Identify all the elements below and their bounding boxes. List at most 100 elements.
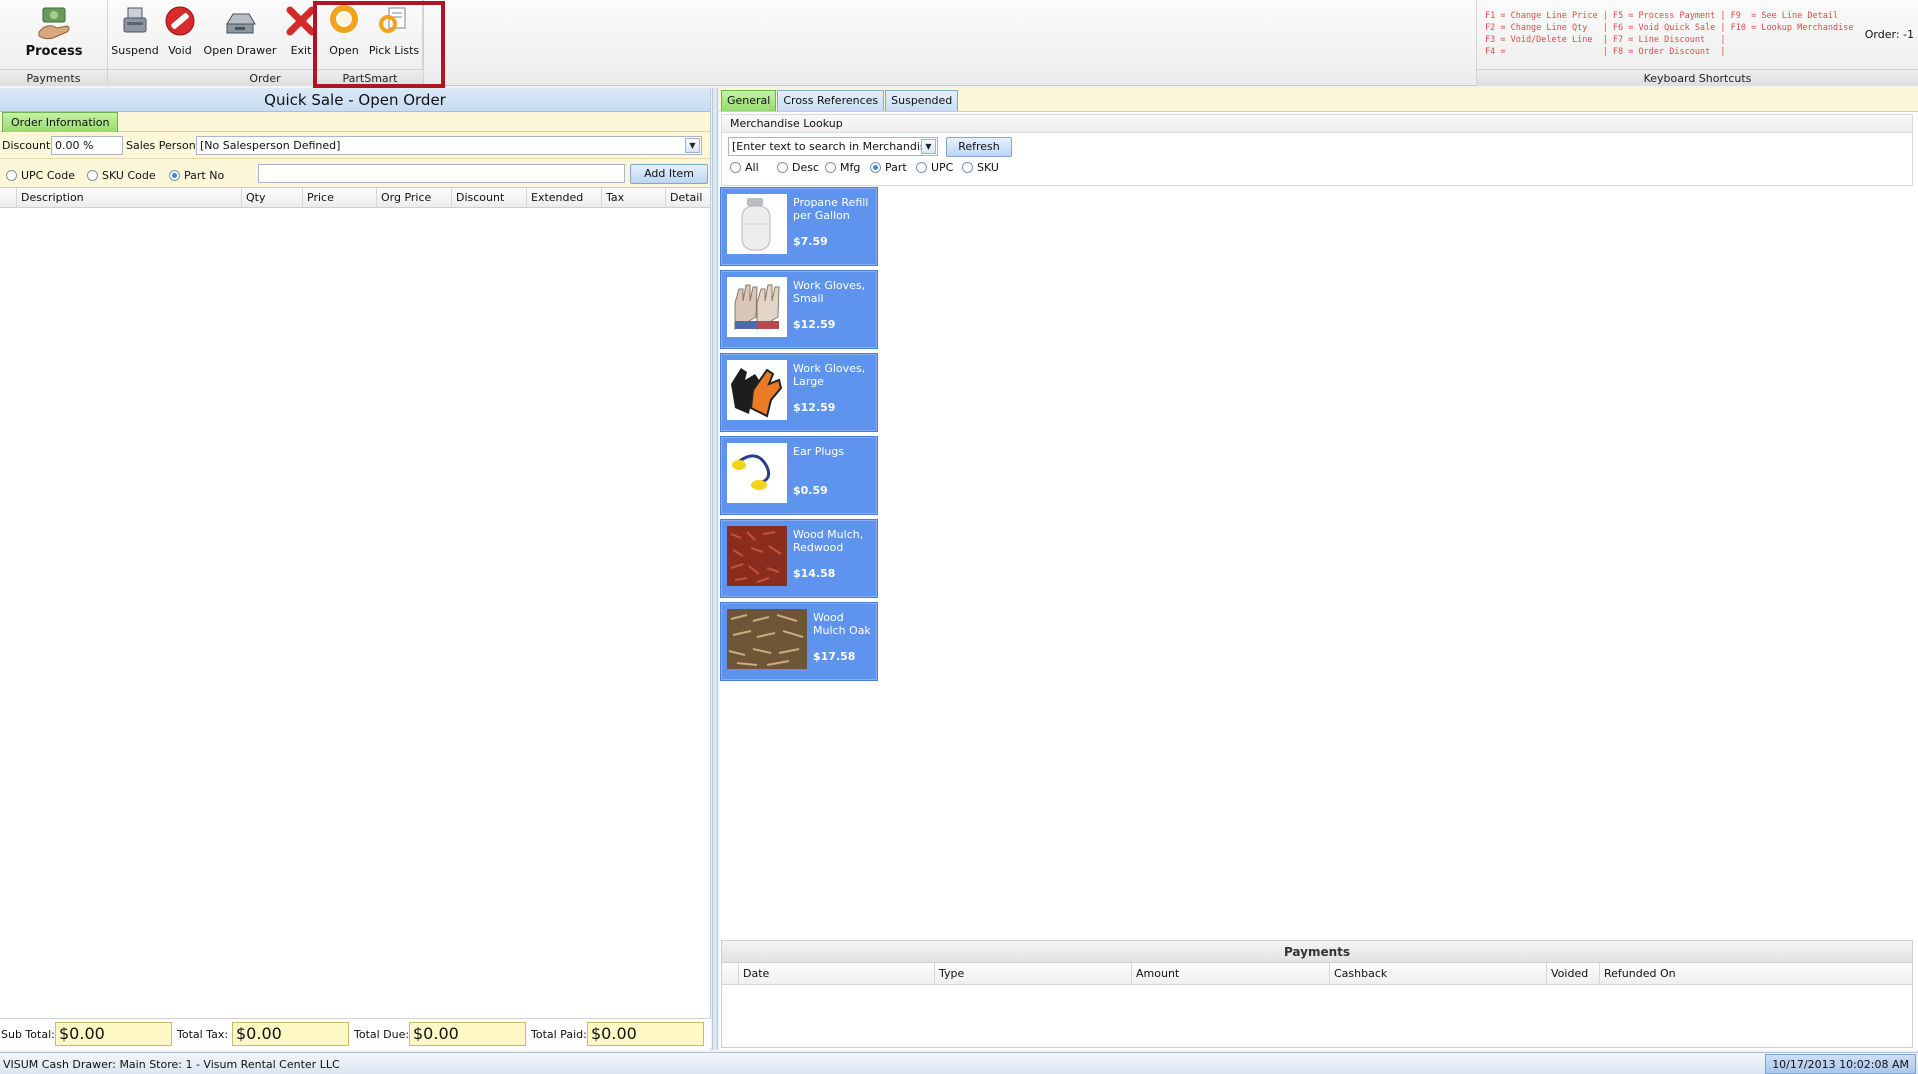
ribbon-group-label-payments: Payments <box>0 69 107 86</box>
radio-dot-icon <box>87 170 98 181</box>
merch-name: Ear Plugs <box>793 445 845 458</box>
radio-dot-icon <box>916 162 927 173</box>
radio-upc-label: UPC Code <box>21 169 76 182</box>
merch-tile-wood-mulch-oak[interactable]: Wood Mulch Oak $17.58 <box>720 602 878 681</box>
tab-general[interactable]: General <box>721 90 777 111</box>
tab-cross-references[interactable]: Cross References <box>777 90 885 111</box>
col-amount[interactable]: Amount <box>1131 963 1329 985</box>
merchandise-lookup-panel: Merchandise Lookup [Enter text to search… <box>721 114 1913 186</box>
sub-total-value: $0.00 <box>55 1022 172 1046</box>
radio-dot-selected-icon <box>169 170 180 181</box>
merchandise-search-placeholder: [Enter text to search in Merchandise] <box>732 140 937 153</box>
ribbon-group-payments: Process Payments <box>0 0 108 86</box>
open-drawer-button[interactable]: Open Drawer <box>202 2 278 64</box>
oak-mulch-icon <box>727 609 807 669</box>
grid-row-selector-header <box>0 188 16 208</box>
status-bar: VISUM Cash Drawer: Main Store: 1 - Visum… <box>0 1052 1918 1074</box>
salesperson-select[interactable]: [No Salesperson Defined] ▼ <box>196 136 702 155</box>
order-panel: Quick Sale - Open Order Order Informatio… <box>0 88 711 1050</box>
chevron-down-icon[interactable]: ▼ <box>921 139 936 154</box>
sub-total-label: Sub Total: <box>1 1028 55 1041</box>
process-button[interactable]: Process <box>14 2 94 64</box>
col-detail[interactable]: Detail <box>665 188 709 208</box>
tab-suspended[interactable]: Suspended <box>885 90 959 111</box>
work-gloves-icon <box>727 277 787 337</box>
merch-tile-ear-plugs[interactable]: Ear Plugs $0.59 <box>720 436 878 515</box>
merch-tile-work-gloves-large[interactable]: Work Gloves, Large $12.59 <box>720 353 878 432</box>
status-clock: 10/17/2013 10:02:08 AM <box>1765 1054 1916 1074</box>
merch-name: Wood Mulch Oak <box>813 611 871 637</box>
ear-plugs-icon <box>727 443 787 503</box>
discount-label: Discount: <box>2 139 54 152</box>
col-voided[interactable]: Voided <box>1546 963 1599 985</box>
merchandise-panel: General Cross References Suspended Merchan… <box>719 88 1918 1050</box>
col-description[interactable]: Description <box>16 188 241 208</box>
col-extended[interactable]: Extended <box>526 188 601 208</box>
status-text: VISUM Cash Drawer: Main Store: 1 - Visum… <box>3 1058 340 1071</box>
radio-sku-code[interactable]: SKU Code <box>87 169 156 182</box>
merch-price: $12.59 <box>793 318 836 331</box>
filter-all-label: All <box>745 161 759 174</box>
merchandise-search-select[interactable]: [Enter text to search in Merchandise] ▼ <box>728 137 938 156</box>
partsmart-highlight-box <box>313 1 445 88</box>
radio-dot-icon <box>962 162 973 173</box>
chevron-down-icon[interactable]: ▼ <box>685 138 700 153</box>
void-label: Void <box>168 44 192 57</box>
payments-row-selector-header <box>722 963 738 985</box>
filter-sku-label: SKU <box>977 161 999 174</box>
total-due-label: Total Due: <box>354 1028 410 1041</box>
filter-upc[interactable]: UPC <box>916 161 953 174</box>
merch-name: Propane Refill per Gallon <box>793 196 869 222</box>
right-tabstrip: General Cross References Suspended <box>719 88 1918 112</box>
filter-desc-label: Desc <box>792 161 820 174</box>
radio-dot-icon <box>777 162 788 173</box>
merch-tile-wood-mulch-redwood[interactable]: Wood Mulch, Redwood $14.58 <box>720 519 878 598</box>
radio-part-label: Part No <box>184 169 225 182</box>
col-refunded-on[interactable]: Refunded On <box>1599 963 1912 985</box>
col-tax[interactable]: Tax <box>601 188 665 208</box>
void-button[interactable]: Void <box>160 2 200 64</box>
payments-title: Payments <box>722 941 1912 963</box>
col-date[interactable]: Date <box>738 963 934 985</box>
page-title: Quick Sale - Open Order <box>0 88 710 112</box>
merch-name: Wood Mulch, Redwood <box>793 528 864 554</box>
total-due-value: $0.00 <box>409 1022 526 1046</box>
col-type[interactable]: Type <box>934 963 1131 985</box>
filter-desc[interactable]: Desc <box>777 161 819 174</box>
salesperson-value: [No Salesperson Defined] <box>200 139 341 152</box>
tab-order-information[interactable]: Order Information <box>2 112 119 132</box>
col-price[interactable]: Price <box>302 188 376 208</box>
merch-price: $7.59 <box>793 235 828 248</box>
item-lookup-input[interactable] <box>258 164 625 183</box>
radio-sku-label: SKU Code <box>102 169 156 182</box>
panel-splitter[interactable] <box>712 88 718 1050</box>
void-icon <box>165 6 195 36</box>
merchandise-lookup-title: Merchandise Lookup <box>722 115 1912 133</box>
cash-drawer-icon <box>226 13 256 34</box>
process-label: Process <box>25 44 83 59</box>
radio-part-no[interactable]: Part No <box>169 169 224 182</box>
col-cashback[interactable]: Cashback <box>1329 963 1546 985</box>
add-item-button[interactable]: Add Item <box>630 164 708 184</box>
col-org-price[interactable]: Org Price <box>376 188 451 208</box>
radio-dot-icon <box>6 170 17 181</box>
radio-upc-code[interactable]: UPC Code <box>6 169 75 182</box>
order-info-row: Discount: 0.00 % Sales Person: [No Sales… <box>0 132 710 158</box>
total-paid-label: Total Paid: <box>531 1028 587 1041</box>
refresh-button[interactable]: Refresh <box>946 137 1012 157</box>
propane-tank-icon <box>727 194 787 254</box>
orange-gloves-icon <box>727 360 787 420</box>
filter-sku[interactable]: SKU <box>962 161 999 174</box>
merch-tile-propane[interactable]: Propane Refill per Gallon $7.59 <box>720 187 878 266</box>
keyboard-shortcuts-text: F1 = Change Line Price | F5 = Process Pa… <box>1485 11 1854 57</box>
order-grid-header: Description Qty Price Org Price Discount… <box>0 188 710 208</box>
filter-part[interactable]: Part <box>870 161 907 174</box>
col-qty[interactable]: Qty <box>241 188 302 208</box>
filter-all[interactable]: All <box>730 161 759 174</box>
col-discount[interactable]: Discount <box>451 188 526 208</box>
item-lookup-row: UPC Code SKU Code Part No Add Item <box>0 158 710 188</box>
merch-tile-work-gloves-small[interactable]: Work Gloves, Small $12.59 <box>720 270 878 349</box>
filter-mfg[interactable]: Mfg <box>825 161 860 174</box>
discount-field[interactable]: 0.00 % <box>51 136 123 155</box>
suspend-button[interactable]: Suspend <box>110 2 160 64</box>
